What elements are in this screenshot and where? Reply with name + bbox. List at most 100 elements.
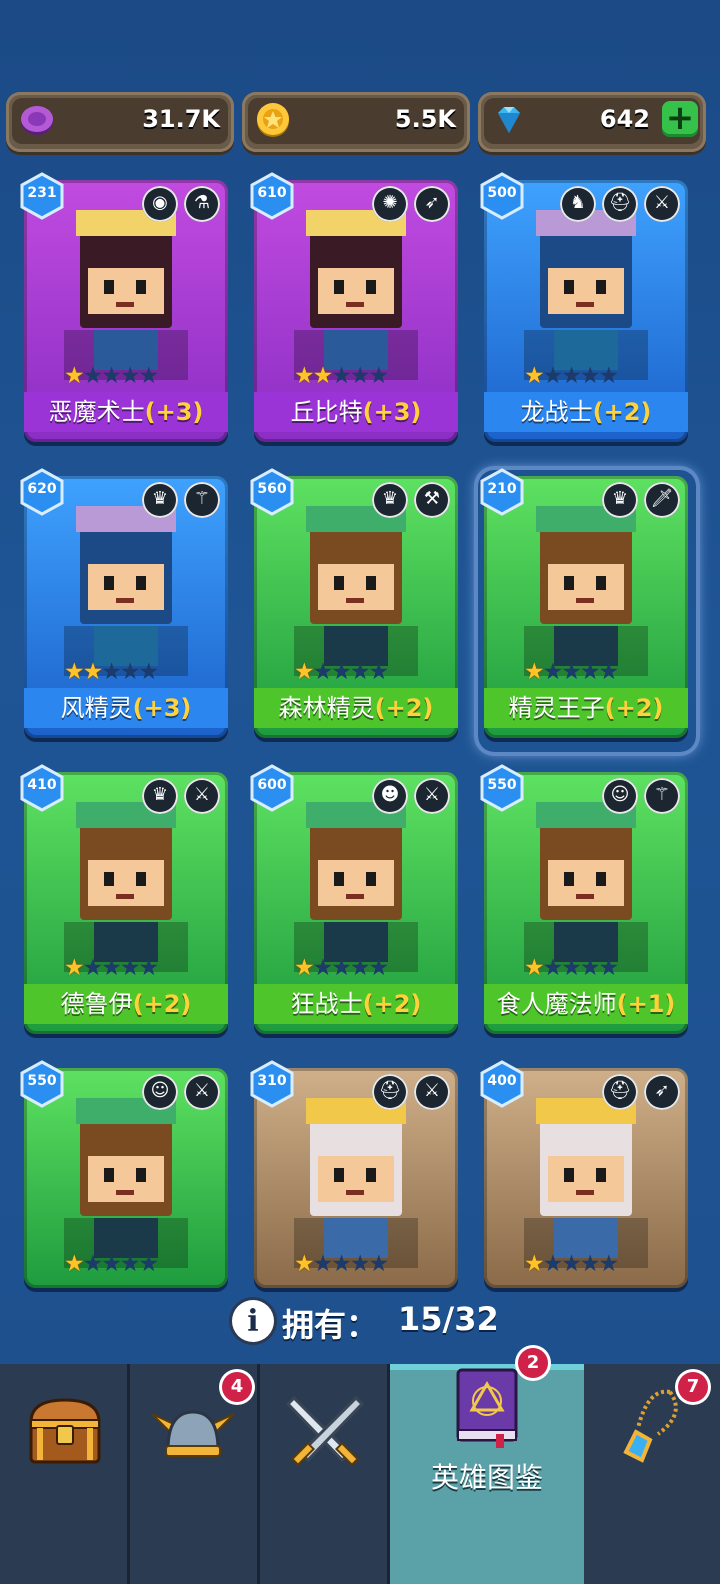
dragon-race-icon: ♞ — [560, 186, 596, 222]
star-rating: ★★★★★ — [294, 659, 389, 685]
tab-codex-label: 英雄图鉴 — [430, 1461, 543, 1494]
amulet-badge: 7 — [678, 1372, 708, 1402]
sword-icon: ⚔ — [644, 186, 680, 222]
wand-icon: ⚚ — [644, 778, 680, 814]
hero-name: 风精灵(+3) — [24, 688, 228, 728]
star-empty-icon: ★ — [542, 1251, 564, 1277]
tab-chest[interactable] — [0, 1364, 130, 1584]
bow-icon: ➶ — [644, 1074, 680, 1110]
hero-level-badge: 620 — [18, 468, 66, 516]
gold-coin-icon — [257, 103, 289, 137]
hero-level-value: 400 — [487, 1073, 517, 1089]
tab-heroes[interactable]: 4 — [130, 1364, 260, 1584]
star-empty-icon: ★ — [119, 955, 141, 981]
sword-icon: ⚔ — [414, 778, 450, 814]
star-empty-icon: ★ — [119, 1251, 141, 1277]
star-empty-icon: ★ — [561, 955, 582, 981]
hero-level-badge: 400 — [478, 1060, 526, 1108]
star-empty-icon: ★ — [312, 955, 334, 981]
star-empty-icon: ★ — [579, 363, 601, 389]
hero-name: 丘比特(+3) — [254, 392, 458, 432]
star-filled-icon: ★ — [524, 363, 545, 389]
star-filled-icon: ★ — [524, 1251, 545, 1277]
star-empty-icon: ★ — [138, 955, 160, 981]
star-empty-icon: ★ — [331, 955, 352, 981]
tab-battle[interactable] — [260, 1364, 390, 1584]
star-empty-icon: ★ — [561, 1251, 582, 1277]
hero-level-value: 210 — [487, 481, 517, 497]
gold-counter[interactable]: 5.5K — [242, 92, 470, 152]
hero-bonus: (+3) — [362, 398, 422, 426]
star-empty-icon: ★ — [368, 1251, 390, 1277]
star-empty-icon: ★ — [138, 659, 160, 685]
star-empty-icon: ★ — [542, 363, 564, 389]
ogre-race-icon: ☺ — [602, 778, 638, 814]
star-empty-icon: ★ — [82, 363, 104, 389]
hero-name-text: 风精灵 — [60, 694, 133, 722]
hero-level-value: 550 — [487, 777, 517, 793]
hero-bonus: (+3) — [132, 694, 192, 722]
star-rating: ★★★★★ — [64, 955, 160, 981]
star-empty-icon: ★ — [579, 955, 601, 981]
gold-value: 5.5K — [394, 105, 456, 133]
star-empty-icon: ★ — [82, 1251, 104, 1277]
tab-amulet[interactable]: 7 — [584, 1364, 720, 1584]
hammer-icon: ⚒ — [414, 482, 450, 518]
star-rating: ★★★★★ — [64, 363, 160, 389]
star-filled-icon: ★ — [82, 659, 104, 685]
star-empty-icon: ★ — [138, 363, 160, 389]
hero-bonus: (+2) — [362, 990, 422, 1018]
star-empty-icon: ★ — [331, 659, 352, 685]
hero-level-badge: 550 — [18, 1060, 66, 1108]
hero-name: 精灵王子(+2) — [484, 688, 688, 728]
star-empty-icon: ★ — [312, 1251, 334, 1277]
hero-level-value: 310 — [257, 1073, 287, 1089]
cyclops-race-icon: ◉ — [142, 186, 178, 222]
hero-name-text: 森林精灵 — [278, 694, 375, 722]
hero-bonus: (+2) — [374, 694, 434, 722]
star-empty-icon: ★ — [561, 659, 582, 685]
hero-name-text: 恶魔术士 — [48, 398, 145, 426]
owned-value: 15/32 — [398, 1300, 499, 1338]
hero-level-badge: 310 — [248, 1060, 296, 1108]
helmet-race-icon: ⛑ — [602, 1074, 638, 1110]
elixir-value: 31.7K — [142, 105, 220, 133]
star-empty-icon: ★ — [331, 363, 352, 389]
hero-name: 狂战士(+2) — [254, 984, 458, 1024]
elixir-counter[interactable]: 31.7K — [6, 92, 234, 152]
star-empty-icon: ★ — [101, 955, 122, 981]
hero-level-value: 550 — [27, 1073, 57, 1089]
hero-level-badge: 231 — [18, 172, 66, 220]
hero-level-value: 231 — [27, 185, 57, 201]
star-rating: ★★★★★ — [524, 659, 619, 685]
blue-gem-icon — [498, 107, 520, 133]
magic-flask-icon: ⚗ — [184, 186, 220, 222]
star-empty-icon: ★ — [349, 363, 371, 389]
star-empty-icon: ★ — [119, 363, 141, 389]
hero-level-value: 600 — [257, 777, 287, 793]
star-empty-icon: ★ — [101, 659, 122, 685]
star-empty-icon: ★ — [119, 659, 141, 685]
hero-level-badge: 500 — [478, 172, 526, 220]
elf-race-icon: ♛ — [142, 482, 178, 518]
hero-level-badge: 600 — [248, 764, 296, 812]
star-filled-icon: ★ — [294, 659, 315, 685]
elf-race-icon: ♛ — [142, 778, 178, 814]
star-empty-icon: ★ — [579, 1251, 601, 1277]
star-empty-icon: ★ — [598, 1251, 620, 1277]
star-empty-icon: ★ — [579, 659, 601, 685]
hero-bonus: (+2) — [132, 990, 192, 1018]
star-filled-icon: ★ — [294, 363, 315, 389]
hero-level-badge: 410 — [18, 764, 66, 812]
elf-race-icon: ♛ — [372, 482, 408, 518]
hero-level-value: 500 — [487, 185, 517, 201]
star-rating: ★★★★★ — [294, 363, 389, 389]
star-filled-icon: ★ — [294, 955, 315, 981]
hero-name-text: 龙战士 — [520, 398, 593, 426]
star-empty-icon: ★ — [368, 955, 390, 981]
star-rating: ★★★★★ — [64, 1251, 159, 1277]
star-empty-icon: ★ — [349, 955, 371, 981]
sword-icon: ⚔ — [184, 1074, 220, 1110]
add-gems-button[interactable]: + — [662, 101, 698, 137]
gem-counter[interactable]: 642 + — [478, 92, 706, 152]
